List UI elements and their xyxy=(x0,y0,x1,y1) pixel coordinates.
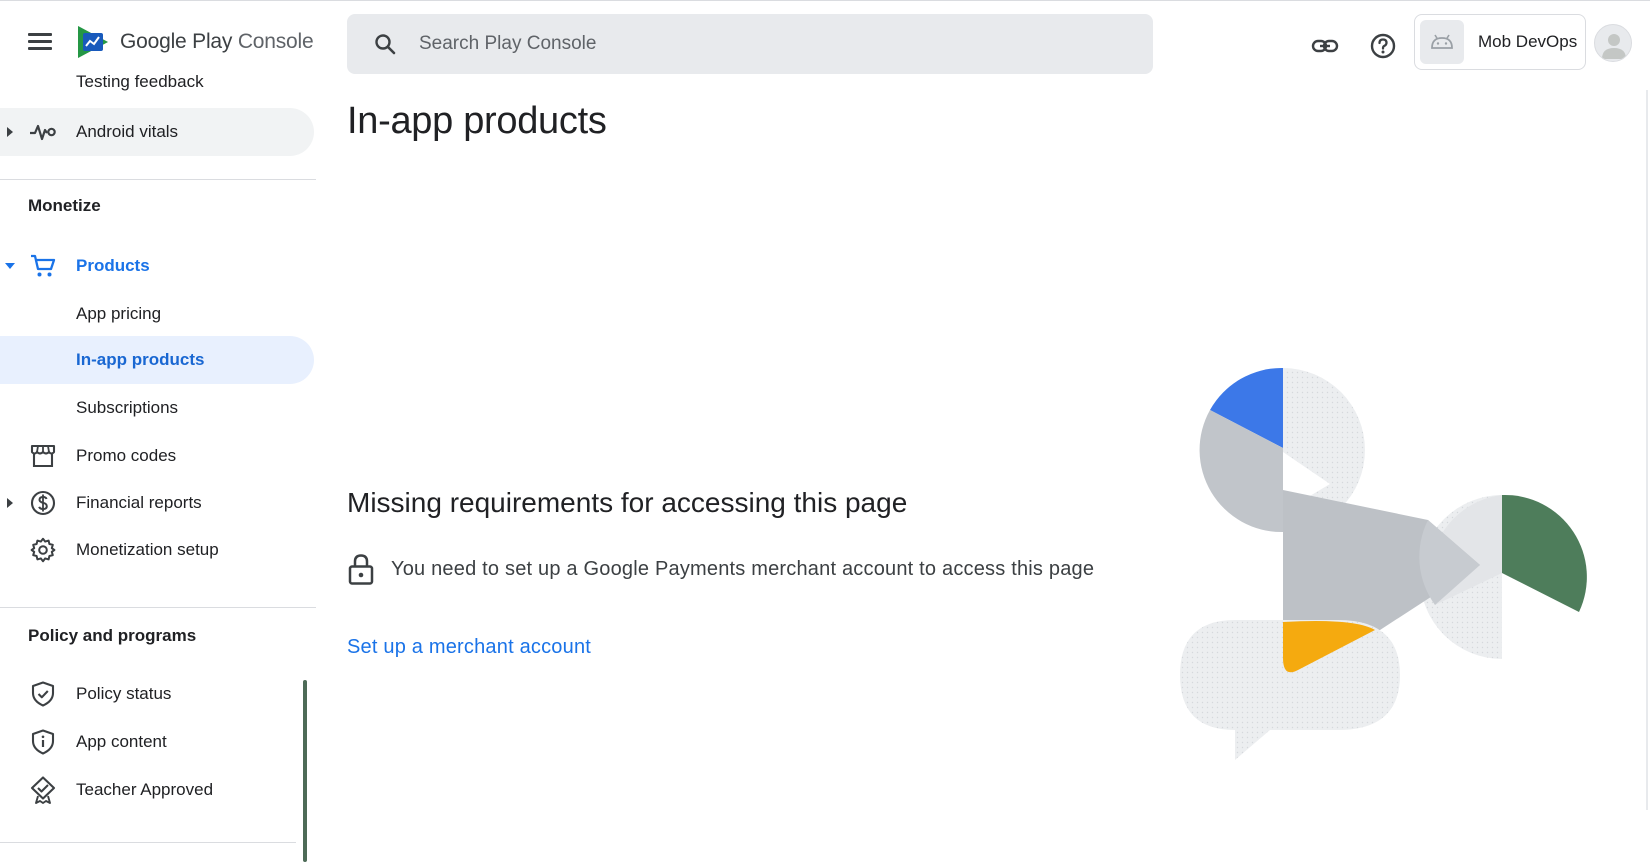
sidebar-scrollbar[interactable] xyxy=(303,680,307,862)
sidebar-item-label: Promo codes xyxy=(76,446,177,465)
sidebar-item-in-app-products[interactable]: In-app products xyxy=(0,336,314,384)
caret-down-icon[interactable] xyxy=(5,261,15,271)
play-console-logo[interactable]: Google Play Console xyxy=(76,24,314,60)
sidebar-nav: Testing feedback Android vitals Monetize… xyxy=(0,72,316,862)
sidebar-item-financial-reports[interactable]: Financial reports xyxy=(0,479,314,527)
sidebar-item-label: Android vitals xyxy=(76,122,179,141)
account-thumbnail xyxy=(1420,20,1464,64)
sidebar-item-app-pricing[interactable]: App pricing xyxy=(0,290,314,338)
search-input[interactable] xyxy=(419,33,1119,55)
sidebar-item-monetization-setup[interactable]: Monetization setup xyxy=(0,526,314,574)
sidebar-section-policy: Policy and programs xyxy=(28,626,197,645)
sidebar-item-label: Testing feedback xyxy=(76,72,204,91)
logo-text: Google Play Console xyxy=(120,30,314,53)
caret-right-icon[interactable] xyxy=(5,498,15,508)
sidebar-item-label: Products xyxy=(76,256,150,275)
setup-merchant-account-link[interactable]: Set up a merchant account xyxy=(347,636,591,659)
sidebar-item-label: Subscriptions xyxy=(76,398,179,417)
avatar-person-icon xyxy=(1602,34,1626,59)
sidebar-item-label: App content xyxy=(76,732,167,751)
developer-account-switcher[interactable]: Mob DevOps xyxy=(1414,14,1586,70)
sidebar-item-policy-status[interactable]: Policy status xyxy=(0,670,314,718)
menu-icon[interactable] xyxy=(26,30,54,54)
gear-icon xyxy=(29,536,57,564)
sidebar-item-label: Teacher Approved xyxy=(76,780,214,799)
play-console-logo-icon xyxy=(78,26,108,58)
sidebar-item-label: Monetization setup xyxy=(76,540,219,559)
dollar-icon xyxy=(29,489,57,517)
lock-icon xyxy=(348,554,374,585)
sidebar-divider xyxy=(0,607,316,608)
sidebar-item-products[interactable]: Products xyxy=(0,242,314,290)
android-icon xyxy=(1431,34,1453,49)
sidebar-item-app-content[interactable]: App content xyxy=(0,718,314,766)
sidebar-section-monetize: Monetize xyxy=(28,196,101,215)
sidebar-item-label: Financial reports xyxy=(76,493,202,512)
sidebar-item-label: Policy status xyxy=(76,684,172,703)
sidebar-item-testing-feedback[interactable]: Testing feedback xyxy=(0,64,314,100)
requirement-row: You need to set up a Google Payments mer… xyxy=(347,552,1094,586)
search-icon[interactable] xyxy=(373,32,397,56)
search-bar[interactable] xyxy=(347,14,1153,74)
user-avatar[interactable] xyxy=(1594,24,1632,62)
missing-requirements-heading: Missing requirements for accessing this … xyxy=(347,487,908,518)
cart-icon xyxy=(29,252,57,280)
sidebar-divider xyxy=(0,179,316,180)
help-icon[interactable] xyxy=(1369,32,1397,60)
store-icon xyxy=(29,442,57,470)
shield-check-icon xyxy=(29,680,57,708)
shield-info-icon xyxy=(29,728,57,756)
sidebar-item-android-vitals[interactable]: Android vitals xyxy=(0,108,314,156)
sidebar-item-teacher-approved[interactable]: Teacher Approved xyxy=(0,766,314,814)
requirement-text: You need to set up a Google Payments mer… xyxy=(391,557,1095,580)
sidebar-item-subscriptions[interactable]: Subscriptions xyxy=(0,384,314,432)
sidebar-item-promo-codes[interactable]: Promo codes xyxy=(0,432,314,480)
sidebar-item-label: In-app products xyxy=(76,350,205,369)
vitals-icon xyxy=(29,118,57,146)
play-illustration xyxy=(1180,367,1587,760)
main-scrollbar[interactable] xyxy=(1646,90,1648,810)
sidebar-divider xyxy=(0,842,296,843)
account-name: Mob DevOps xyxy=(1478,32,1578,51)
badge-check-icon xyxy=(29,776,57,804)
sidebar-item-label: App pricing xyxy=(76,304,162,323)
caret-right-icon[interactable] xyxy=(5,127,15,137)
link-icon[interactable] xyxy=(1311,32,1339,60)
page-title: In-app products xyxy=(347,100,607,142)
